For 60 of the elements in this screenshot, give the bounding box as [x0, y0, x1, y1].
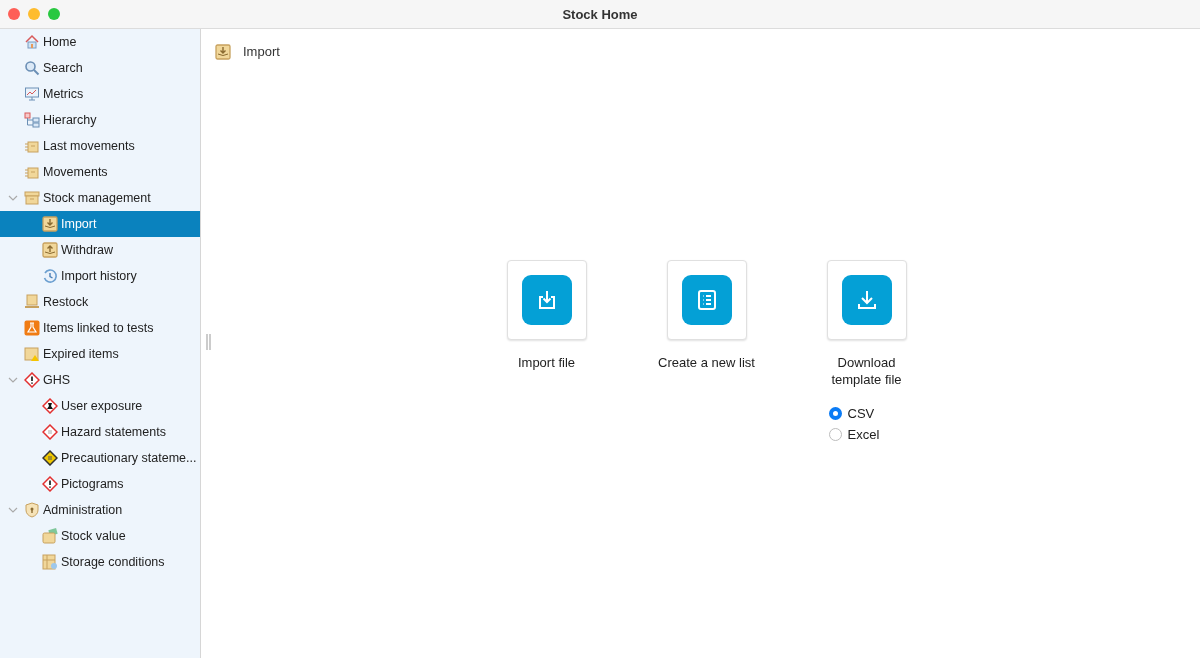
sidebar-item[interactable]: Metrics	[0, 81, 200, 107]
close-button[interactable]	[8, 8, 20, 20]
sidebar-item[interactable]: Storage conditions	[0, 549, 200, 575]
hazard-diamond-icon	[42, 424, 58, 440]
tray-download-icon	[42, 216, 58, 232]
sidebar-item[interactable]: Last movements	[0, 133, 200, 159]
sidebar-item[interactable]: Hierarchy	[0, 107, 200, 133]
chevron-icon[interactable]	[8, 506, 18, 514]
chevron-icon[interactable]	[8, 376, 18, 384]
action-label: Download template file	[830, 353, 903, 388]
sidebar-item[interactable]: Items linked to tests	[0, 315, 200, 341]
hazard-diamond-icon	[42, 398, 58, 414]
radio-icon[interactable]	[828, 427, 842, 441]
sidebar-item[interactable]: Administration	[0, 497, 200, 523]
radio-option[interactable]: Excel	[828, 426, 880, 442]
flask-icon	[24, 320, 40, 336]
radio-icon[interactable]	[828, 406, 842, 420]
action-button[interactable]	[666, 259, 747, 340]
radio-option[interactable]: CSV	[828, 405, 880, 421]
money-box-icon	[42, 528, 58, 544]
zoom-button[interactable]	[48, 8, 60, 20]
warning-box-icon	[24, 346, 40, 362]
shield-icon	[24, 502, 40, 518]
sidebar-item[interactable]: Pictograms	[0, 471, 200, 497]
hazard-diamond-icon	[42, 476, 58, 492]
window-title: Stock Home	[562, 6, 638, 22]
minimize-button[interactable]	[28, 8, 40, 20]
splitter-handle-icon[interactable]	[206, 334, 211, 350]
sidebar-item[interactable]: Hazard statements	[0, 419, 200, 445]
crate-icon	[24, 294, 40, 310]
sidebar-item[interactable]: Precautionary stateme...	[0, 445, 200, 471]
tray-upload-icon	[42, 242, 58, 258]
action-button[interactable]	[506, 259, 587, 340]
warning-diamond-icon	[42, 450, 58, 466]
sidebar-item[interactable]: Home	[0, 29, 200, 55]
sidebar-item[interactable]: Import	[0, 211, 200, 237]
chart-board-icon	[24, 86, 40, 102]
hazard-diamond-icon	[24, 372, 40, 388]
sidebar-item[interactable]: Stock value	[0, 523, 200, 549]
tray-download-icon	[215, 43, 231, 60]
hierarchy-icon	[24, 112, 40, 128]
chevron-icon[interactable]	[8, 194, 18, 202]
page-title: Import	[243, 44, 280, 59]
storage-cabinet-icon	[42, 554, 58, 570]
action-label: Create a new list	[657, 353, 756, 371]
sidebar-item[interactable]: GHS	[0, 367, 200, 393]
sidebar-item[interactable]: Stock management	[0, 185, 200, 211]
archive-box-icon	[24, 190, 40, 206]
sidebar-item[interactable]: Restock	[0, 289, 200, 315]
history-icon	[42, 268, 58, 284]
sidebar-item[interactable]: Expired items	[0, 341, 200, 367]
action-label: Import file	[516, 353, 577, 371]
sidebar-item[interactable]: Import history	[0, 263, 200, 289]
sidebar-item[interactable]: User exposure	[0, 393, 200, 419]
sidebar-item[interactable]: Withdraw	[0, 237, 200, 263]
action-button[interactable]	[826, 259, 907, 340]
search-icon	[24, 60, 40, 76]
sidebar-item[interactable]: Movements	[0, 159, 200, 185]
house-icon	[24, 34, 40, 50]
sidebar-item[interactable]: Search	[0, 55, 200, 81]
